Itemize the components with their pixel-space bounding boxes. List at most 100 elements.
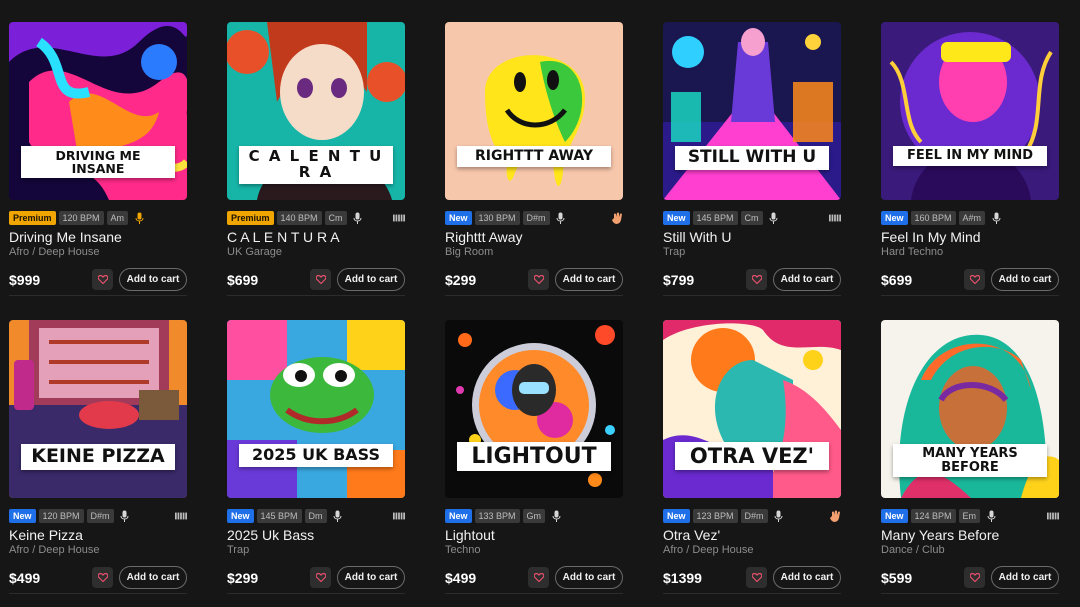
beat-cover-art[interactable]: RIGHTTT AWAY xyxy=(445,22,623,200)
key-badge: Em xyxy=(958,509,981,523)
cover-title-label: KEINE PIZZA xyxy=(21,444,175,470)
cover-title-label: DRIVING ME INSANE xyxy=(21,146,175,179)
beat-cover-art[interactable]: STILL WITH U xyxy=(663,22,841,200)
key-badge: Dm xyxy=(304,509,327,523)
bpm-badge: 120 BPM xyxy=(58,211,104,225)
favorite-button[interactable] xyxy=(964,269,985,290)
beat-cover-art[interactable]: DRIVING ME INSANE xyxy=(9,22,187,200)
mic-icon xyxy=(773,509,785,523)
beat-card[interactable]: C A L E N T U R A Premium 140 BPM Cm C A… xyxy=(227,22,405,296)
cover-title-label: STILL WITH U xyxy=(675,146,829,170)
beat-badges: New 123 BPM D#m xyxy=(663,509,841,523)
stems-icon xyxy=(175,509,187,523)
beat-card[interactable]: KEINE PIZZA New 120 BPM D#m Keine Pizza … xyxy=(9,320,187,594)
cover-title-line: 2025 UK BASS xyxy=(252,445,380,464)
beat-card[interactable]: 2025 UK BASS New 145 BPM Dm 2025 Uk Bass… xyxy=(227,320,405,594)
beat-card[interactable]: LIGHTOUT New 133 BPM Gm Lightout Techno … xyxy=(445,320,623,594)
mic-icon xyxy=(985,509,997,523)
cover-title-label: FEEL IN MY MIND xyxy=(893,146,1047,166)
favorite-button[interactable] xyxy=(92,269,113,290)
track-title[interactable]: Lightout xyxy=(445,527,495,543)
track-title[interactable]: Many Years Before xyxy=(881,527,999,543)
favorite-button[interactable] xyxy=(746,269,767,290)
add-to-cart-button[interactable]: Add to cart xyxy=(555,566,623,589)
heart-icon xyxy=(97,573,108,582)
cover-artwork xyxy=(9,320,187,498)
add-to-cart-button[interactable]: Add to cart xyxy=(119,268,187,291)
track-genre: Techno xyxy=(445,544,481,556)
mic-icon xyxy=(119,509,131,523)
beat-cover-art[interactable]: 2025 UK BASS xyxy=(227,320,405,498)
beat-card[interactable]: MANY YEARS BEFORE New 124 BPM Em Many Yea… xyxy=(881,320,1059,594)
track-price: $299 xyxy=(445,272,477,288)
beat-cover-art[interactable]: KEINE PIZZA xyxy=(9,320,187,498)
heart-icon xyxy=(751,573,762,582)
track-price: $999 xyxy=(9,272,41,288)
cover-artwork xyxy=(881,22,1059,200)
divider xyxy=(9,295,187,296)
beat-badges: Premium 140 BPM Cm xyxy=(227,211,405,225)
track-title[interactable]: Righttt Away xyxy=(445,229,523,245)
divider xyxy=(227,295,405,296)
heart-icon xyxy=(97,275,108,284)
beat-card[interactable]: STILL WITH U New 145 BPM Cm Still With U… xyxy=(663,22,841,296)
beat-badges: New 160 BPM A#m xyxy=(881,211,1059,225)
beat-cover-art[interactable]: LIGHTOUT xyxy=(445,320,623,498)
favorite-button[interactable] xyxy=(310,269,331,290)
new-badge: New xyxy=(881,211,908,225)
mic-icon xyxy=(990,211,1002,225)
add-to-cart-button[interactable]: Add to cart xyxy=(337,268,405,291)
cover-title-label: C A L E N T U R A xyxy=(239,146,393,184)
beat-badges: New 130 BPM D#m xyxy=(445,211,623,225)
beat-card[interactable]: RIGHTTT AWAY New 130 BPM D#m Righttt Awa… xyxy=(445,22,623,296)
track-price: $699 xyxy=(881,272,913,288)
hand-icon xyxy=(611,211,623,225)
favorite-button[interactable] xyxy=(92,567,113,588)
beat-card[interactable]: OTRA VEZ' New 123 BPM D#m Otra Vez' Afro… xyxy=(663,320,841,594)
beat-cover-art[interactable]: C A L E N T U R A xyxy=(227,22,405,200)
beat-card[interactable]: DRIVING ME INSANE Premium 120 BPM Am Driv… xyxy=(9,22,187,296)
beat-cover-art[interactable]: OTRA VEZ' xyxy=(663,320,841,498)
new-badge: New xyxy=(663,509,690,523)
divider xyxy=(881,295,1059,296)
bpm-badge: 124 BPM xyxy=(910,509,956,523)
track-title[interactable]: Still With U xyxy=(663,229,731,245)
track-title[interactable]: Keine Pizza xyxy=(9,527,83,543)
track-title[interactable]: Feel In My Mind xyxy=(881,229,981,245)
key-badge: Am xyxy=(106,211,129,225)
beat-cover-art[interactable]: MANY YEARS BEFORE xyxy=(881,320,1059,498)
divider xyxy=(881,593,1059,594)
cover-artwork xyxy=(445,22,623,200)
key-badge: Cm xyxy=(324,211,347,225)
favorite-button[interactable] xyxy=(746,567,767,588)
beat-badges: New 120 BPM D#m xyxy=(9,509,187,523)
beat-cover-art[interactable]: FEEL IN MY MIND xyxy=(881,22,1059,200)
new-badge: New xyxy=(9,509,36,523)
beat-card[interactable]: FEEL IN MY MIND New 160 BPM A#m Feel In … xyxy=(881,22,1059,296)
add-to-cart-button[interactable]: Add to cart xyxy=(555,268,623,291)
favorite-button[interactable] xyxy=(528,269,549,290)
add-to-cart-button[interactable]: Add to cart xyxy=(991,566,1059,589)
add-to-cart-button[interactable]: Add to cart xyxy=(337,566,405,589)
add-to-cart-button[interactable]: Add to cart xyxy=(773,268,841,291)
favorite-button[interactable] xyxy=(528,567,549,588)
cover-artwork xyxy=(663,320,841,498)
track-title[interactable]: Otra Vez' xyxy=(663,527,720,543)
track-price: $499 xyxy=(445,570,477,586)
track-title[interactable]: Driving Me Insane xyxy=(9,229,122,245)
add-to-cart-button[interactable]: Add to cart xyxy=(119,566,187,589)
cover-title-label: 2025 UK BASS xyxy=(239,444,393,467)
track-genre: Afro / Deep House xyxy=(663,544,754,556)
stems-icon xyxy=(829,211,841,225)
track-title[interactable]: 2025 Uk Bass xyxy=(227,527,314,543)
track-price: $1399 xyxy=(663,570,702,586)
add-to-cart-button[interactable]: Add to cart xyxy=(991,268,1059,291)
favorite-button[interactable] xyxy=(310,567,331,588)
add-to-cart-button[interactable]: Add to cart xyxy=(773,566,841,589)
key-badge: D#m xyxy=(86,509,114,523)
track-title[interactable]: C A L E N T U R A xyxy=(227,229,340,245)
cover-title-line: FEEL IN MY MIND xyxy=(906,148,1033,163)
heart-icon xyxy=(969,573,980,582)
cover-title-label: OTRA VEZ' xyxy=(675,442,829,471)
favorite-button[interactable] xyxy=(964,567,985,588)
